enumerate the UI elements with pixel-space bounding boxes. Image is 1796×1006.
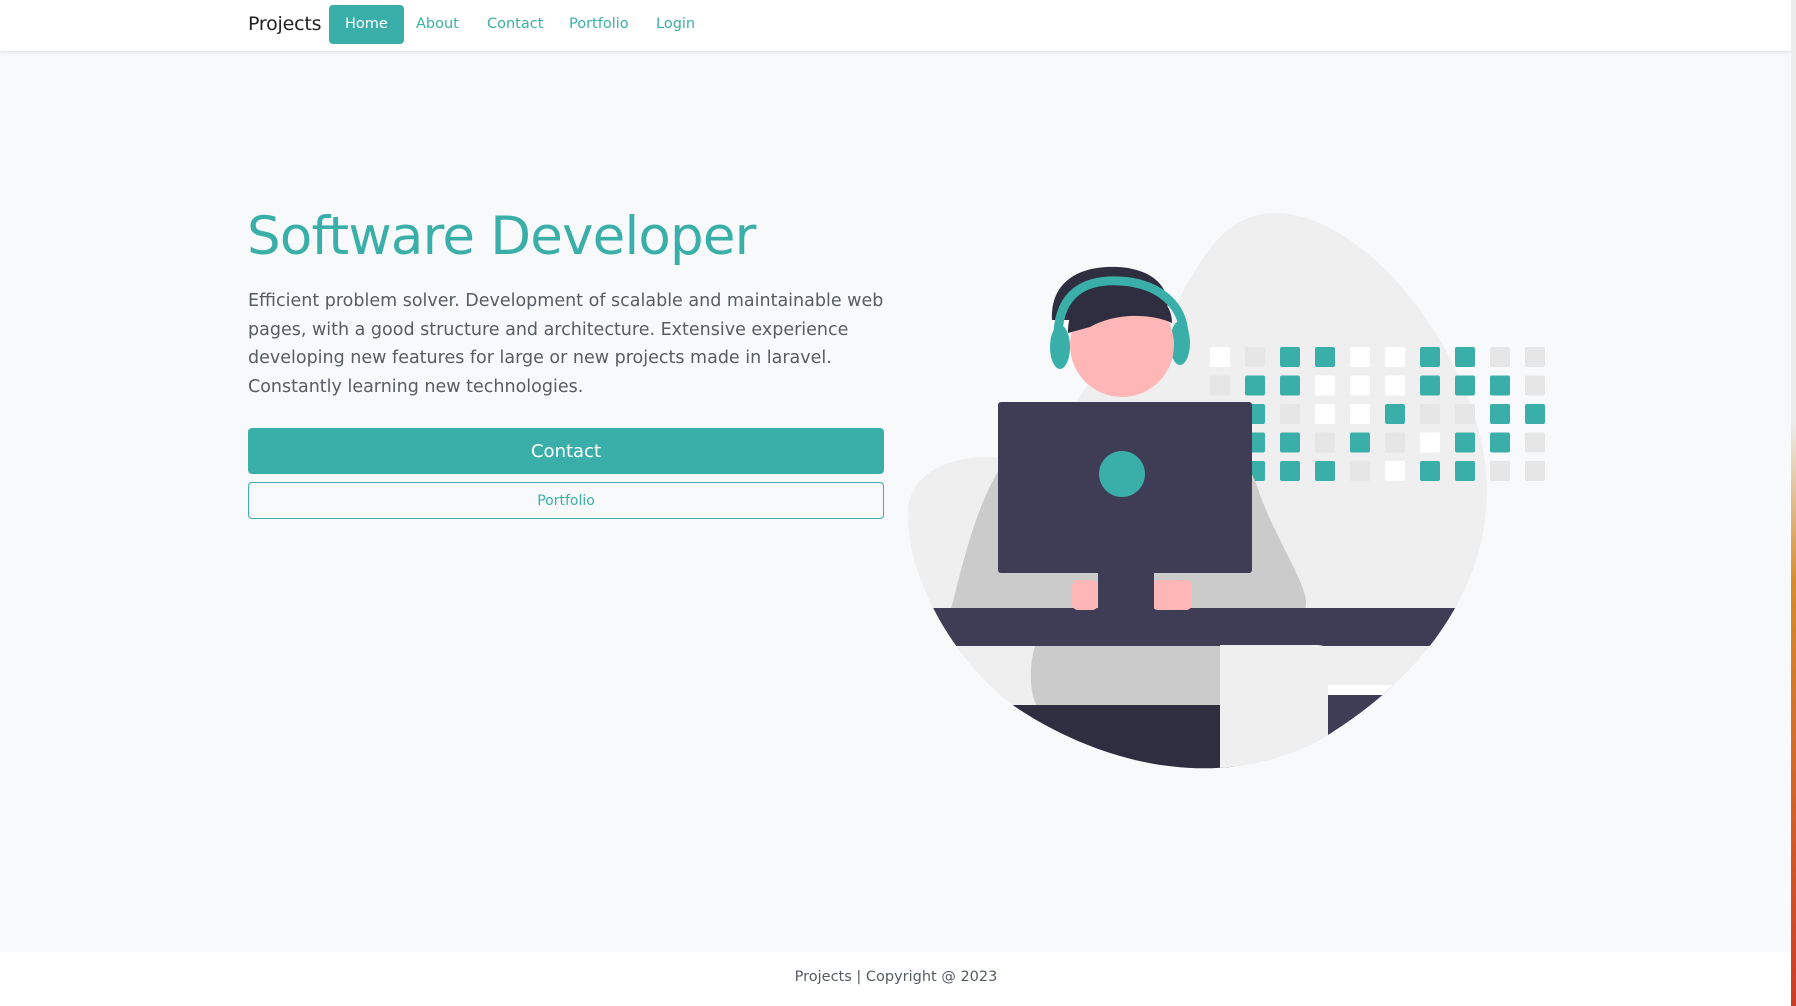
pixel-grid-square <box>1245 375 1265 396</box>
desk-drawer-line <box>1328 685 1487 695</box>
person-legs <box>1010 705 1235 769</box>
hero-title: Software Developer <box>247 206 756 267</box>
pixel-grid-square <box>1315 461 1335 481</box>
footer-copyright: Projects | Copyright @ 2023 <box>794 969 998 985</box>
pixel-grid-square <box>1350 461 1370 481</box>
pixel-grid-square <box>1455 404 1475 424</box>
pixel-grid-square <box>1420 404 1440 424</box>
pixel-grid-square <box>1385 461 1405 481</box>
pixel-grid-square <box>1420 347 1440 367</box>
pixel-grid-square <box>1280 404 1300 424</box>
pixel-grid-square <box>1315 432 1335 453</box>
pixel-grid-square <box>1315 404 1335 424</box>
footer: Projects | Copyright @ 2023 <box>0 952 1796 1006</box>
pixel-grid-square <box>1490 375 1510 396</box>
pixel-grid-square <box>1280 461 1300 481</box>
pixel-grid-square <box>1420 432 1440 453</box>
pixel-grid-square <box>1210 347 1230 367</box>
pixel-grid-square <box>1525 347 1545 367</box>
pixel-grid-square <box>1315 347 1335 367</box>
pixel-grid-square <box>1525 375 1545 396</box>
pixel-grid-square <box>1210 375 1230 396</box>
pixel-grid-square <box>1525 404 1545 424</box>
pixel-grid-square <box>1350 404 1370 424</box>
pixel-grid-square <box>1280 375 1300 396</box>
window-edge-strip <box>1791 0 1796 1006</box>
nav-login[interactable]: Login <box>656 5 695 44</box>
pixel-grid-square <box>1420 461 1440 481</box>
monitor-stand <box>1098 570 1154 610</box>
pixel-grid-square <box>1455 432 1475 453</box>
pixel-grid-square <box>1315 375 1335 396</box>
pixel-grid-square <box>1350 375 1370 396</box>
pixel-grid-square <box>1455 347 1475 367</box>
pixel-grid-square <box>1490 404 1510 424</box>
pixel-grid-square <box>1455 461 1475 481</box>
pixel-grid-square <box>1385 375 1405 396</box>
pixel-grid-square <box>1490 461 1510 481</box>
pixel-grid-square <box>1525 461 1545 481</box>
chair-seat <box>1220 645 1328 769</box>
pixel-grid-square <box>1245 347 1265 367</box>
desk-drawer <box>1328 685 1487 769</box>
pixel-grid-square <box>1385 404 1405 424</box>
nav-about[interactable]: About <box>416 5 459 44</box>
person-lap <box>1030 646 1230 707</box>
nav-home[interactable]: Home <box>329 5 404 44</box>
headset-ear-left <box>1050 325 1070 369</box>
hero-description: Efficient problem solver. Development of… <box>248 291 884 398</box>
desk <box>907 608 1487 646</box>
contact-button[interactable]: Contact <box>248 428 884 474</box>
top-navbar: Projects Home About Contact Portfolio Lo… <box>0 0 1796 51</box>
person-hand-left <box>1072 580 1098 610</box>
pixel-grid-square <box>1490 347 1510 367</box>
pixel-grid-square <box>1280 432 1300 453</box>
monitor-logo-dot <box>1099 451 1145 497</box>
portfolio-button[interactable]: Portfolio <box>248 482 884 519</box>
pixel-grid-square <box>1525 432 1545 453</box>
brand-logo[interactable]: Projects <box>248 13 322 35</box>
pixel-grid-square <box>1455 375 1475 396</box>
person-hand-right <box>1152 580 1192 610</box>
pixel-grid-square <box>1350 347 1370 367</box>
pixel-grid-square <box>1385 347 1405 367</box>
nav-portfolio[interactable]: Portfolio <box>569 5 629 44</box>
pixel-grid-square <box>1350 432 1370 453</box>
pixel-grid-square <box>1420 375 1440 396</box>
pixel-grid-square <box>1385 432 1405 453</box>
pixel-grid-square <box>1280 347 1300 367</box>
developer-illustration <box>907 213 1545 769</box>
pixel-grid-square <box>1490 432 1510 453</box>
nav-contact[interactable]: Contact <box>487 5 543 44</box>
